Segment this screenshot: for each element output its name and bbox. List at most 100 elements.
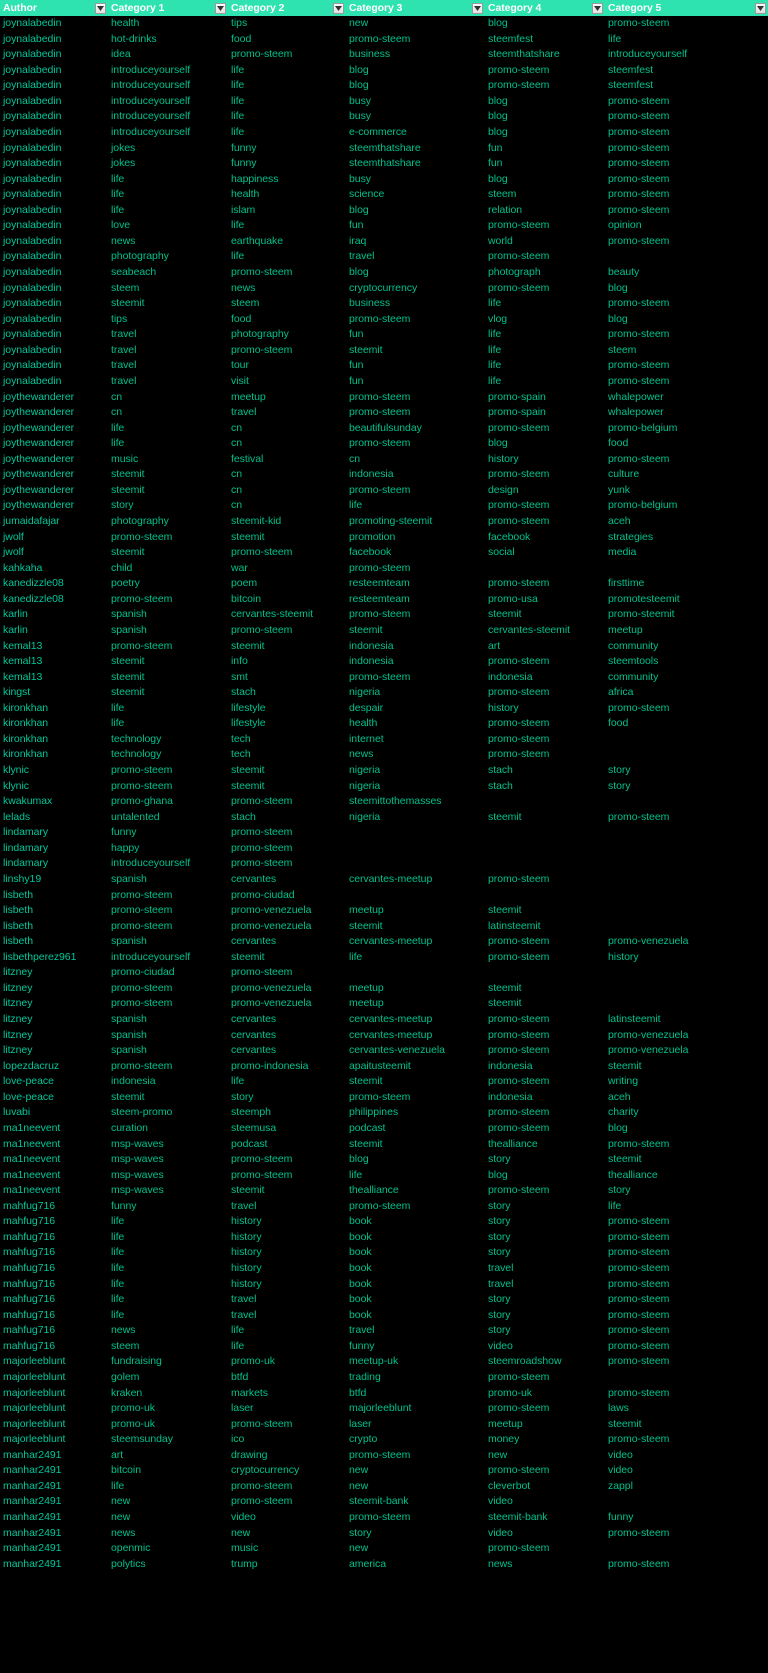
cell-cat4[interactable]: new: [485, 1448, 605, 1464]
cell-author[interactable]: joynalabedin: [0, 358, 108, 374]
cell-cat1[interactable]: life: [108, 187, 228, 203]
column-header-category-3[interactable]: Category 3: [346, 0, 485, 16]
filter-dropdown-category-1[interactable]: [215, 2, 226, 14]
table-row[interactable]: litzney spanish cervantes cervantes-venezue…: [0, 1043, 768, 1059]
cell-cat1[interactable]: introduceyourself: [108, 856, 228, 872]
cell-author[interactable]: kemal13: [0, 670, 108, 686]
cell-cat5[interactable]: promo-steem: [605, 327, 768, 343]
cell-cat1[interactable]: msp-waves: [108, 1183, 228, 1199]
cell-cat2[interactable]: cervantes: [228, 1028, 346, 1044]
cell-cat5[interactable]: [605, 1541, 768, 1557]
cell-cat3[interactable]: cervantes-meetup: [346, 872, 485, 888]
cell-cat5[interactable]: [605, 872, 768, 888]
cell-cat2[interactable]: laser: [228, 1401, 346, 1417]
cell-cat5[interactable]: blog: [605, 281, 768, 297]
cell-author[interactable]: joynalabedin: [0, 281, 108, 297]
cell-cat3[interactable]: new: [346, 1463, 485, 1479]
cell-cat3[interactable]: resteemteam: [346, 592, 485, 608]
table-row[interactable]: ma1neevent curation steemusa podcast promo-s…: [0, 1120, 768, 1137]
cell-cat3[interactable]: promo-steem: [346, 312, 485, 328]
cell-cat2[interactable]: promo-venezuela: [228, 996, 346, 1012]
cell-cat2[interactable]: promo-steem: [228, 965, 346, 981]
cell-cat3[interactable]: facebook: [346, 545, 485, 561]
cell-cat3[interactable]: cervantes-meetup: [346, 1028, 485, 1044]
table-row[interactable]: mahfug716 life travel book story promo-steem: [0, 1307, 768, 1324]
cell-cat5[interactable]: promo-steem: [605, 203, 768, 219]
cell-cat2[interactable]: steemit: [228, 1183, 346, 1199]
cell-cat5[interactable]: promo-steem: [605, 1308, 768, 1324]
cell-cat5[interactable]: promo-venezuela: [605, 1043, 768, 1059]
cell-cat4[interactable]: blog: [485, 125, 605, 141]
cell-cat3[interactable]: crypto: [346, 1432, 485, 1448]
cell-author[interactable]: ma1neevent: [0, 1168, 108, 1184]
cell-author[interactable]: lisbeth: [0, 903, 108, 919]
cell-cat5[interactable]: [605, 732, 768, 748]
cell-author[interactable]: litzney: [0, 981, 108, 997]
cell-cat2[interactable]: funny: [228, 141, 346, 157]
cell-cat2[interactable]: tips: [228, 16, 346, 32]
cell-author[interactable]: jwolf: [0, 545, 108, 561]
cell-cat2[interactable]: stach: [228, 685, 346, 701]
cell-author[interactable]: mahfug716: [0, 1339, 108, 1355]
cell-cat1[interactable]: life: [108, 1230, 228, 1246]
column-header-category-4[interactable]: Category 4: [485, 0, 605, 16]
cell-cat1[interactable]: msp-waves: [108, 1152, 228, 1168]
cell-cat2[interactable]: tech: [228, 747, 346, 763]
cell-author[interactable]: love-peace: [0, 1090, 108, 1106]
table-row[interactable]: joythewanderer cn meetup promo-steem promo-s…: [0, 389, 768, 406]
cell-cat5[interactable]: yunk: [605, 483, 768, 499]
cell-cat2[interactable]: steemit: [228, 639, 346, 655]
cell-author[interactable]: manhar2491: [0, 1494, 108, 1510]
cell-cat3[interactable]: internet: [346, 732, 485, 748]
cell-cat1[interactable]: steem: [108, 281, 228, 297]
cell-cat5[interactable]: promo-steem: [605, 1339, 768, 1355]
cell-cat1[interactable]: life: [108, 1214, 228, 1230]
cell-cat4[interactable]: steemit: [485, 981, 605, 997]
cell-cat3[interactable]: majorleeblunt: [346, 1401, 485, 1417]
cell-cat4[interactable]: stach: [485, 779, 605, 795]
cell-cat3[interactable]: book: [346, 1308, 485, 1324]
table-row[interactable]: kahkaha child war promo-steem: [0, 560, 768, 577]
cell-cat4[interactable]: social: [485, 545, 605, 561]
cell-cat2[interactable]: promo-steem: [228, 794, 346, 810]
cell-cat3[interactable]: thealliance: [346, 1183, 485, 1199]
cell-author[interactable]: joythewanderer: [0, 421, 108, 437]
cell-cat3[interactable]: book: [346, 1230, 485, 1246]
cell-cat5[interactable]: [605, 747, 768, 763]
cell-cat1[interactable]: life: [108, 203, 228, 219]
cell-cat3[interactable]: business: [346, 47, 485, 63]
cell-cat5[interactable]: promo-venezuela: [605, 934, 768, 950]
cell-author[interactable]: luvabi: [0, 1105, 108, 1121]
cell-cat4[interactable]: story: [485, 1292, 605, 1308]
cell-cat4[interactable]: video: [485, 1526, 605, 1542]
cell-cat3[interactable]: meetup: [346, 981, 485, 997]
cell-cat1[interactable]: fundraising: [108, 1354, 228, 1370]
cell-cat5[interactable]: charity: [605, 1105, 768, 1121]
cell-cat2[interactable]: new: [228, 1526, 346, 1542]
cell-cat5[interactable]: africa: [605, 685, 768, 701]
cell-cat4[interactable]: story: [485, 1152, 605, 1168]
cell-cat1[interactable]: technology: [108, 732, 228, 748]
table-row[interactable]: mahfug716 life history book story promo-steem: [0, 1229, 768, 1246]
cell-cat3[interactable]: podcast: [346, 1121, 485, 1137]
table-row[interactable]: litzney promo-ciudad promo-steem: [0, 965, 768, 981]
cell-cat2[interactable]: health: [228, 187, 346, 203]
cell-author[interactable]: manhar2491: [0, 1448, 108, 1464]
cell-cat3[interactable]: fun: [346, 218, 485, 234]
cell-cat3[interactable]: travel: [346, 249, 485, 265]
cell-cat3[interactable]: life: [346, 498, 485, 514]
cell-author[interactable]: ma1neevent: [0, 1183, 108, 1199]
table-row[interactable]: joynalabedin hot-drinks food promo-steem ste…: [0, 31, 768, 48]
table-row[interactable]: kemal13 steemit smt promo-steem indonesia com…: [0, 669, 768, 686]
cell-cat4[interactable]: promo-steem: [485, 1028, 605, 1044]
cell-cat1[interactable]: indonesia: [108, 1074, 228, 1090]
cell-cat1[interactable]: travel: [108, 343, 228, 359]
cell-cat2[interactable]: travel: [228, 1199, 346, 1215]
table-row[interactable]: joynalabedin love life fun promo-steem opinio…: [0, 218, 768, 234]
cell-author[interactable]: joynalabedin: [0, 249, 108, 265]
cell-cat5[interactable]: latinsteemit: [605, 1012, 768, 1028]
cell-cat2[interactable]: history: [228, 1277, 346, 1293]
table-row[interactable]: joythewanderer steemit cn indonesia promo-st…: [0, 467, 768, 483]
cell-cat2[interactable]: smt: [228, 670, 346, 686]
cell-cat5[interactable]: aceh: [605, 1090, 768, 1106]
